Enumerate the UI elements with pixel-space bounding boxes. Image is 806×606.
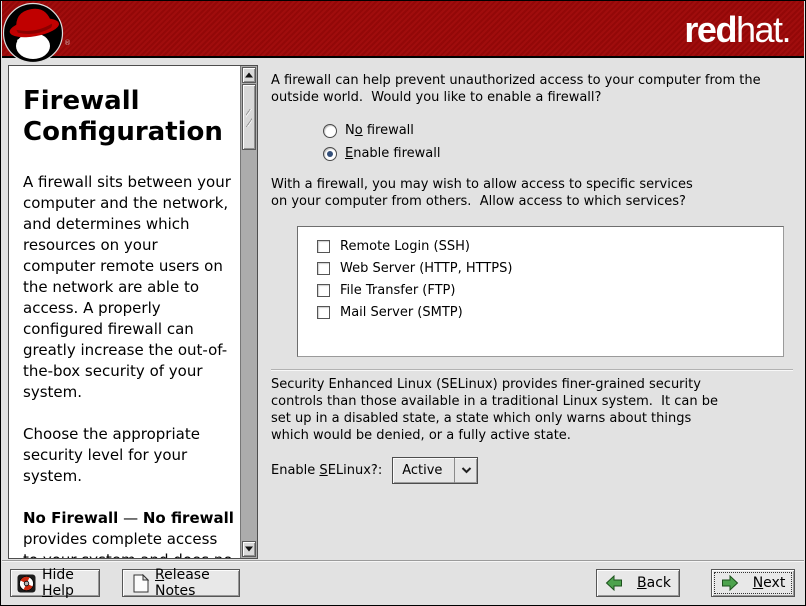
checkbox-mail-server-smtp[interactable]: Mail Server (SMTP) (317, 301, 783, 323)
scrollbar-thumb[interactable] (242, 84, 256, 150)
checkbox-label: Remote Login (SSH) (340, 238, 470, 255)
selinux-line2: controls than those available in a tradi… (271, 393, 793, 410)
hide-help-button[interactable]: Hide Help (10, 569, 100, 597)
selinux-label: Enable SELinux?: (271, 462, 382, 479)
button-bar: Hide Help Release Notes Back Next (2, 560, 804, 604)
selinux-dropdown-value: Active (393, 462, 454, 479)
arrow-right-icon (721, 575, 739, 591)
help-panel: Firewall Configuration A firewall sits b… (8, 65, 258, 559)
services-list: Remote Login (SSH) Web Server (HTTP, HTT… (297, 226, 784, 357)
document-icon (133, 574, 149, 593)
scroll-up-arrow-icon (245, 73, 253, 78)
next-label: Next (753, 575, 786, 591)
checkbox-icon[interactable] (317, 262, 330, 275)
selinux-line1: Security Enhanced Linux (SELinux) provid… (271, 376, 793, 393)
selinux-setting-row: Enable SELinux?: Active (271, 457, 793, 484)
arrow-left-icon (605, 575, 623, 591)
scroll-down-arrow-icon (245, 547, 253, 552)
scrollbar-grip-icon (246, 109, 252, 127)
chevron-down-icon[interactable] (454, 458, 477, 483)
scroll-down-button[interactable] (242, 541, 256, 557)
brand-light: hat. (736, 9, 790, 50)
installer-window: redhat. ® Firewall Configuration A firew… (0, 0, 806, 606)
section-divider (271, 369, 793, 371)
checkbox-label: Web Server (HTTP, HTTPS) (340, 260, 512, 277)
radio-button-icon[interactable] (323, 124, 337, 138)
help-paragraph-1: A firewall sits between your computer an… (23, 172, 234, 403)
back-button[interactable]: Back (596, 569, 680, 597)
scroll-up-button[interactable] (242, 67, 256, 83)
next-button[interactable]: Next (711, 569, 795, 597)
registered-trademark: ® (64, 39, 71, 47)
checkbox-label: File Transfer (FTP) (340, 282, 455, 299)
header-bar: redhat. (2, 1, 804, 58)
checkbox-label: Mail Server (SMTP) (340, 304, 463, 321)
radio-button-selected-icon[interactable] (323, 147, 337, 161)
selinux-description: Security Enhanced Linux (SELinux) provid… (271, 376, 793, 444)
selinux-line4: which would be denied, or a fully active… (271, 427, 793, 444)
release-notes-button[interactable]: Release Notes (122, 569, 240, 597)
hide-help-label: Hide Help (42, 567, 93, 599)
services-question-line2: on your computer from others. Allow acce… (271, 193, 793, 210)
firewall-question-line1: A firewall can help prevent unauthorized… (271, 72, 793, 89)
firewall-question: A firewall can help prevent unauthorized… (271, 72, 793, 106)
checkbox-file-transfer-ftp[interactable]: File Transfer (FTP) (317, 279, 783, 301)
checkbox-icon[interactable] (317, 240, 330, 253)
checkbox-icon[interactable] (317, 306, 330, 319)
brand-bold: red (684, 9, 736, 50)
selinux-line3: set up in a disabled state, a state whic… (271, 410, 793, 427)
radio-no-firewall[interactable]: No firewall (323, 119, 793, 142)
checkbox-icon[interactable] (317, 284, 330, 297)
selinux-dropdown[interactable]: Active (392, 457, 478, 484)
firewall-question-line2: outside world. Would you like to enable … (271, 89, 793, 106)
release-notes-label: Release Notes (155, 567, 229, 599)
services-question: With a firewall, you may wish to allow a… (271, 176, 793, 210)
life-preserver-icon (17, 574, 36, 593)
main-content: A firewall can help prevent unauthorized… (271, 65, 793, 484)
radio-no-firewall-label: No firewall (345, 122, 414, 139)
redhat-wordmark: redhat. (684, 9, 790, 51)
services-question-line1: With a firewall, you may wish to allow a… (271, 176, 793, 193)
redhat-shadowman-icon (3, 2, 65, 64)
help-scrollbar[interactable] (240, 66, 257, 558)
checkbox-remote-login-ssh[interactable]: Remote Login (SSH) (317, 235, 783, 257)
radio-enable-firewall-label: Enable firewall (345, 145, 441, 162)
radio-enable-firewall[interactable]: Enable firewall (323, 142, 793, 165)
firewall-radio-group: No firewall Enable firewall (323, 119, 793, 165)
checkbox-web-server[interactable]: Web Server (HTTP, HTTPS) (317, 257, 783, 279)
back-label: Back (637, 575, 671, 591)
help-paragraph-3: No Firewall — No firewall provides compl… (23, 508, 234, 558)
help-paragraph-2: Choose the appropriate security level fo… (23, 424, 234, 487)
help-text: Firewall Configuration A firewall sits b… (9, 66, 240, 558)
help-title: Firewall Configuration (23, 86, 234, 148)
